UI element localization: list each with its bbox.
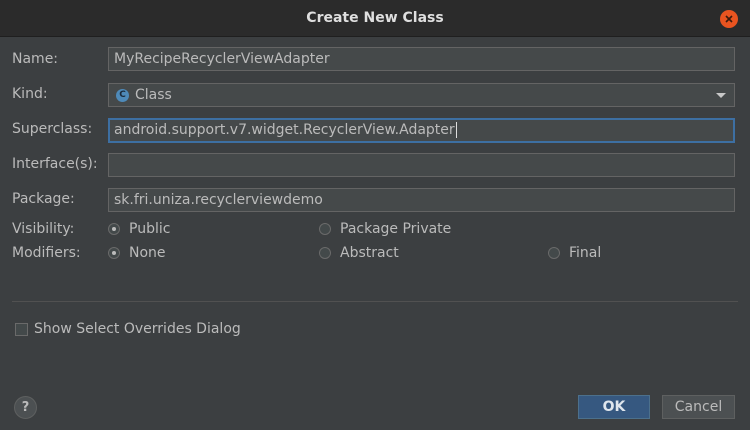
chevron-down-icon bbox=[716, 93, 726, 98]
dialog-title: Create New Class bbox=[306, 10, 444, 26]
modifiers-none-label: None bbox=[129, 245, 166, 261]
package-value: sk.fri.uniza.recyclerviewdemo bbox=[114, 192, 323, 208]
superclass-field[interactable]: android.support.v7.widget.RecyclerView.A… bbox=[108, 118, 735, 143]
modifiers-abstract-label: Abstract bbox=[340, 245, 399, 261]
name-value: MyRecipeRecyclerViewAdapter bbox=[114, 51, 330, 67]
ok-button[interactable]: OK bbox=[578, 395, 650, 419]
visibility-package-private-label: Package Private bbox=[340, 221, 452, 237]
title-bar: Create New Class bbox=[0, 0, 750, 37]
ok-label: OK bbox=[602, 399, 626, 415]
radio-selected-icon bbox=[108, 223, 120, 235]
package-label: Package: bbox=[12, 191, 75, 207]
name-field[interactable]: MyRecipeRecyclerViewAdapter bbox=[108, 47, 735, 71]
package-field[interactable]: sk.fri.uniza.recyclerviewdemo bbox=[108, 188, 735, 212]
close-icon bbox=[725, 15, 733, 23]
show-overrides-checkbox[interactable] bbox=[15, 323, 28, 336]
help-icon: ? bbox=[21, 400, 30, 415]
modifiers-label: Modifiers: bbox=[12, 245, 81, 261]
radio-unselected-icon bbox=[548, 247, 560, 259]
show-overrides-label[interactable]: Show Select Overrides Dialog bbox=[34, 321, 241, 337]
superclass-label: Superclass: bbox=[12, 121, 93, 137]
modifiers-final-radio[interactable]: Final bbox=[548, 245, 601, 261]
interfaces-label: Interface(s): bbox=[12, 156, 98, 172]
cancel-label: Cancel bbox=[674, 399, 723, 415]
divider bbox=[12, 301, 738, 302]
visibility-package-private-radio[interactable]: Package Private bbox=[319, 221, 451, 237]
class-icon: C bbox=[116, 88, 129, 102]
radio-unselected-icon bbox=[319, 247, 331, 259]
modifiers-none-radio[interactable]: None bbox=[108, 245, 166, 261]
text-cursor bbox=[455, 122, 457, 138]
kind-value: Class bbox=[135, 87, 172, 103]
visibility-label: Visibility: bbox=[12, 221, 75, 237]
visibility-public-label: Public bbox=[129, 221, 171, 237]
name-label: Name: bbox=[12, 51, 59, 67]
radio-unselected-icon bbox=[319, 223, 331, 235]
visibility-public-radio[interactable]: Public bbox=[108, 221, 170, 237]
cancel-button[interactable]: Cancel bbox=[662, 395, 735, 419]
superclass-value: android.support.v7.widget.RecyclerView.A… bbox=[114, 122, 455, 138]
modifiers-abstract-radio[interactable]: Abstract bbox=[319, 245, 399, 261]
kind-dropdown[interactable]: C Class bbox=[108, 83, 735, 107]
radio-selected-icon bbox=[108, 247, 120, 259]
kind-label: Kind: bbox=[12, 86, 48, 102]
modifiers-final-label: Final bbox=[569, 245, 602, 261]
help-button[interactable]: ? bbox=[14, 396, 37, 419]
interfaces-field[interactable] bbox=[108, 153, 735, 177]
close-button[interactable] bbox=[720, 10, 738, 28]
